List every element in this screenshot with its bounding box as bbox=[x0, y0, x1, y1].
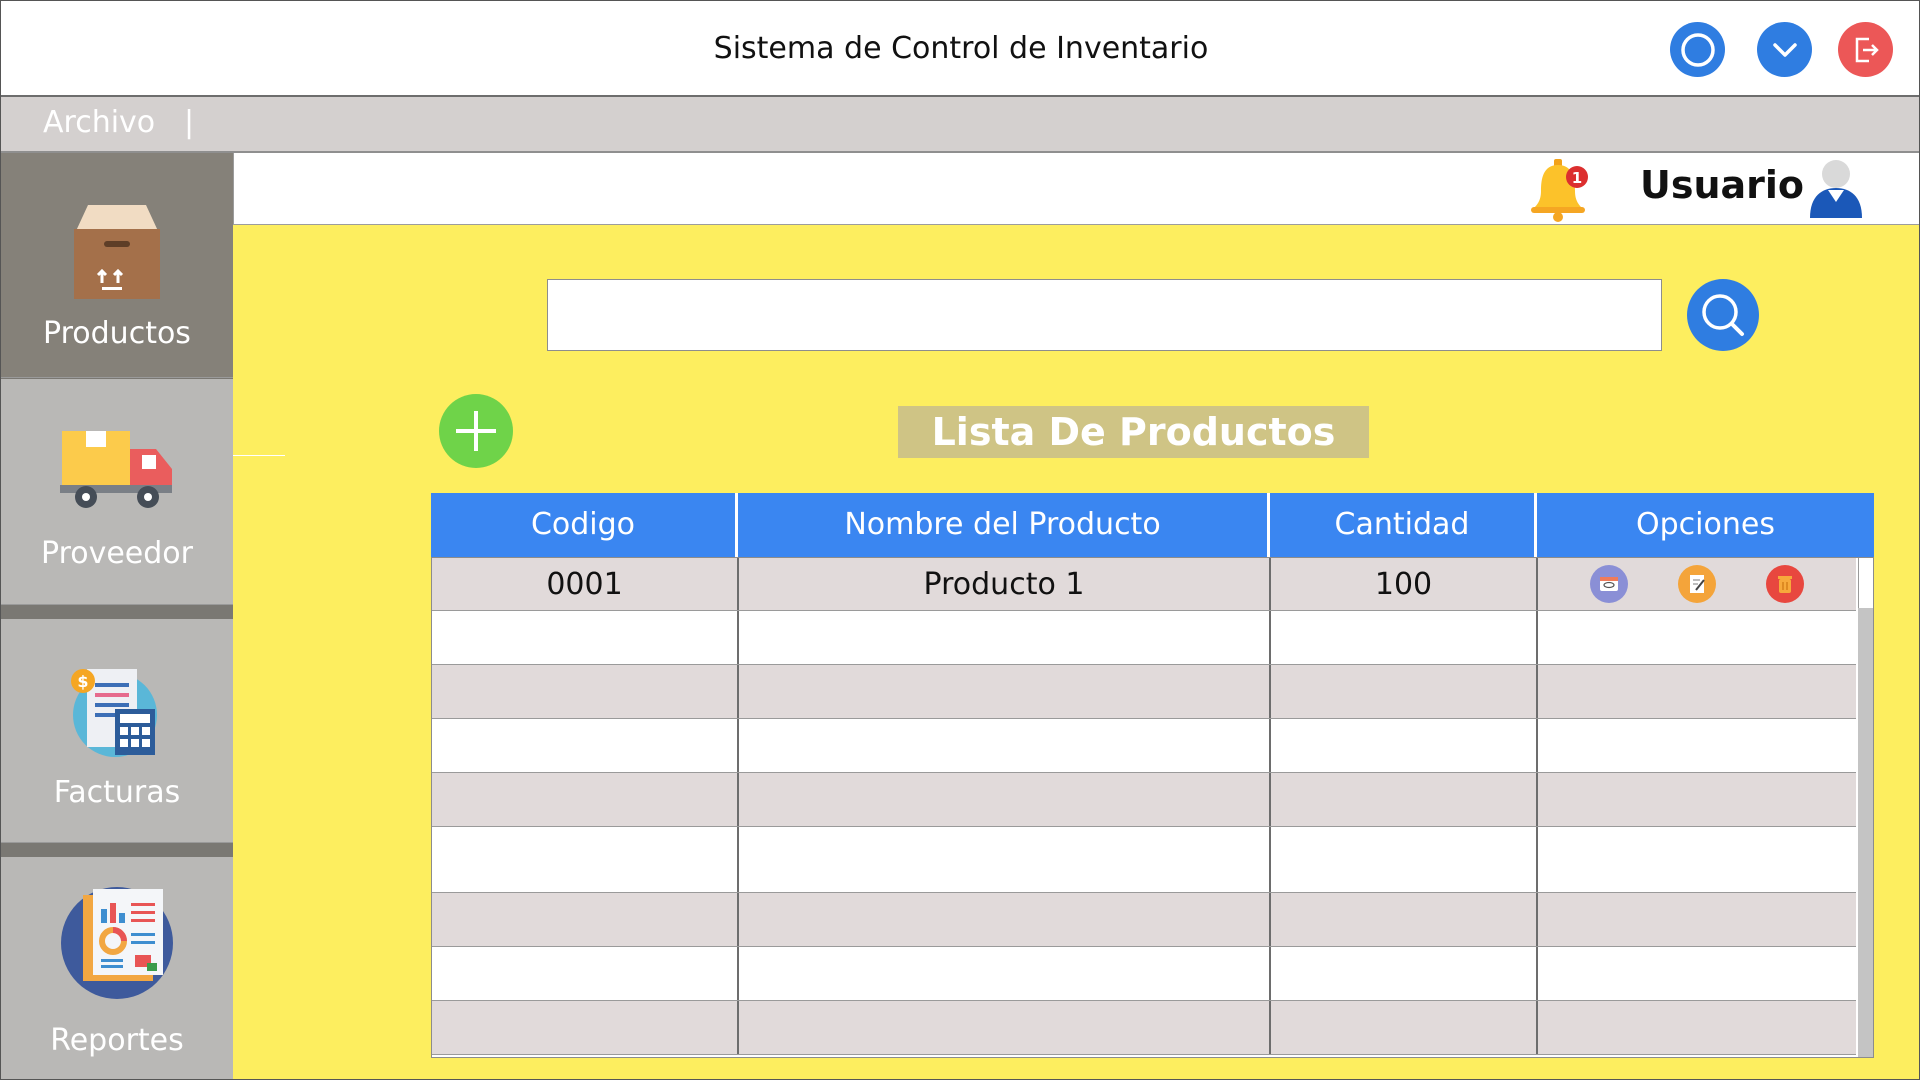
cell bbox=[739, 827, 1271, 892]
cell bbox=[739, 1001, 1271, 1054]
column-opciones[interactable]: Opciones bbox=[1537, 493, 1874, 557]
truck-icon bbox=[60, 431, 172, 508]
table-body: 0001 Producto 1 100 bbox=[431, 557, 1874, 1058]
cell bbox=[1538, 665, 1856, 718]
table-row[interactable] bbox=[432, 773, 1856, 827]
box-icon bbox=[74, 205, 160, 299]
chevron-down-icon bbox=[1772, 42, 1797, 57]
delete-icon bbox=[1778, 576, 1792, 593]
list-title: Lista De Productos bbox=[898, 406, 1369, 458]
svg-text:$: $ bbox=[77, 672, 88, 691]
edit-icon bbox=[1690, 575, 1705, 593]
cell bbox=[1271, 611, 1538, 664]
cell bbox=[739, 947, 1271, 1000]
sidebar: Productos Proveedor $ Facturas Reportes bbox=[1, 153, 233, 1079]
exit-button[interactable] bbox=[1838, 22, 1893, 77]
cell-codigo: 0001 bbox=[432, 558, 739, 610]
table-row[interactable] bbox=[432, 665, 1856, 719]
products-table: Codigo Nombre del Producto Cantidad Opci… bbox=[431, 493, 1874, 1058]
column-nombre[interactable]: Nombre del Producto bbox=[738, 493, 1270, 557]
invoice-icon: $ bbox=[71, 669, 157, 757]
sidebar-item-reportes[interactable]: Reportes bbox=[1, 857, 233, 1079]
cell bbox=[1538, 893, 1856, 946]
user-name: Usuario bbox=[1640, 163, 1805, 207]
cell bbox=[432, 947, 739, 1000]
column-cantidad[interactable]: Cantidad bbox=[1270, 493, 1537, 557]
table-row[interactable] bbox=[432, 827, 1856, 893]
cell bbox=[1271, 719, 1538, 772]
cell bbox=[432, 1001, 739, 1054]
cell bbox=[432, 719, 739, 772]
sidebar-item-facturas[interactable]: $ Facturas bbox=[1, 619, 233, 843]
cell bbox=[432, 665, 739, 718]
cell bbox=[1271, 827, 1538, 892]
sidebar-label-facturas: Facturas bbox=[53, 775, 181, 810]
cell-opciones bbox=[1538, 558, 1856, 610]
search-input[interactable] bbox=[547, 279, 1662, 351]
table-row[interactable] bbox=[432, 611, 1856, 665]
edit-button[interactable] bbox=[1678, 565, 1716, 603]
title-bar: Sistema de Control de Inventario bbox=[1, 1, 1919, 97]
cell bbox=[1538, 1001, 1856, 1054]
main-content: 1 Usuario Lista De Productos Codigo Nomb… bbox=[233, 153, 1919, 1079]
cell-nombre: Producto 1 bbox=[739, 558, 1271, 610]
search-icon bbox=[1702, 294, 1744, 336]
table-scrollbar[interactable] bbox=[1858, 558, 1873, 1057]
table-row[interactable] bbox=[432, 1001, 1856, 1055]
app-window: Sistema de Control de Inventario Archivo… bbox=[0, 0, 1920, 1080]
column-codigo[interactable]: Codigo bbox=[431, 493, 738, 557]
cell bbox=[739, 893, 1271, 946]
menu-separator: | bbox=[184, 105, 195, 140]
cell bbox=[1538, 611, 1856, 664]
plus-icon bbox=[456, 411, 496, 451]
add-product-button[interactable] bbox=[439, 394, 513, 468]
table-row[interactable] bbox=[432, 719, 1856, 773]
divider bbox=[233, 455, 285, 456]
menu-bar: Archivo | bbox=[1, 97, 1919, 153]
sidebar-label-reportes: Reportes bbox=[50, 1023, 184, 1058]
cell-cantidad: 100 bbox=[1271, 558, 1538, 610]
view-button[interactable] bbox=[1590, 565, 1628, 603]
restore-button[interactable] bbox=[1670, 22, 1725, 77]
cell bbox=[739, 773, 1271, 826]
sidebar-item-productos[interactable]: Productos bbox=[1, 153, 233, 378]
cell bbox=[739, 665, 1271, 718]
cell bbox=[432, 827, 739, 892]
table-header: Codigo Nombre del Producto Cantidad Opci… bbox=[431, 493, 1874, 557]
cell bbox=[739, 611, 1271, 664]
cell bbox=[1271, 665, 1538, 718]
table-row[interactable]: 0001 Producto 1 100 bbox=[432, 558, 1856, 611]
table-row[interactable] bbox=[432, 893, 1856, 947]
bell-icon[interactable]: 1 bbox=[1527, 157, 1591, 223]
cell bbox=[1271, 773, 1538, 826]
notification-count: 1 bbox=[1572, 169, 1582, 187]
circle-icon bbox=[1680, 32, 1715, 67]
minimize-button[interactable] bbox=[1757, 22, 1812, 77]
view-icon bbox=[1600, 577, 1618, 591]
user-bar: 1 Usuario bbox=[233, 153, 1919, 225]
delete-button[interactable] bbox=[1766, 565, 1804, 603]
menu-archivo[interactable]: Archivo bbox=[43, 105, 155, 140]
window-title: Sistema de Control de Inventario bbox=[713, 31, 1209, 66]
table-row[interactable] bbox=[432, 947, 1856, 1001]
cell bbox=[1538, 719, 1856, 772]
user-avatar-icon[interactable] bbox=[1806, 158, 1866, 220]
sidebar-item-proveedor[interactable]: Proveedor bbox=[1, 379, 233, 605]
report-icon bbox=[61, 887, 173, 999]
cell bbox=[1538, 827, 1856, 892]
cell bbox=[1271, 893, 1538, 946]
cell bbox=[1271, 947, 1538, 1000]
search-button[interactable] bbox=[1687, 279, 1759, 351]
logout-icon bbox=[1855, 37, 1879, 62]
sidebar-label-productos: Productos bbox=[43, 316, 191, 351]
scrollbar-thumb[interactable] bbox=[1858, 558, 1873, 608]
cell bbox=[1538, 773, 1856, 826]
cell bbox=[432, 611, 739, 664]
cell bbox=[1271, 1001, 1538, 1054]
cell bbox=[739, 719, 1271, 772]
cell bbox=[1538, 947, 1856, 1000]
sidebar-label-proveedor: Proveedor bbox=[41, 536, 193, 571]
cell bbox=[432, 893, 739, 946]
cell bbox=[432, 773, 739, 826]
